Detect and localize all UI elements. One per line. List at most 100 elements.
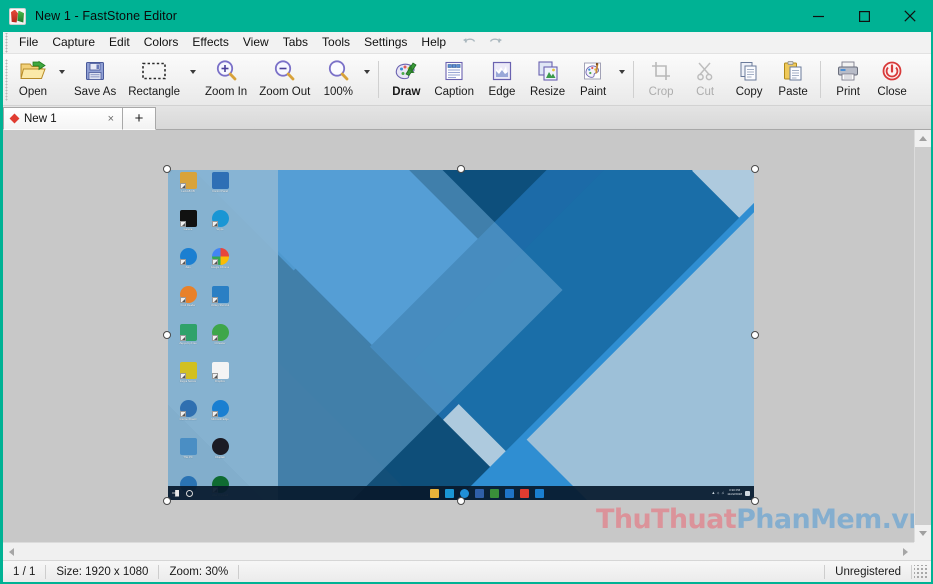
desktop-icon[interactable]: Zapya Secure xyxy=(172,362,204,398)
desktop-icon[interactable]: Microsoft Edge xyxy=(204,400,236,436)
app-icon xyxy=(179,172,197,189)
selection-handle-e[interactable] xyxy=(751,331,759,339)
desktop-icon[interactable]: Chaplain xyxy=(204,438,236,474)
taskbar-app-icon[interactable] xyxy=(430,488,440,498)
window-resize-grip[interactable] xyxy=(914,564,928,579)
rectangle-dropdown-arrow[interactable] xyxy=(186,54,199,105)
undo-icon[interactable] xyxy=(462,34,477,52)
scroll-down-arrow-icon[interactable] xyxy=(915,525,931,542)
tray-icons[interactable]: ▲ ☼ ♫ xyxy=(711,491,724,495)
taskbar-app-icon[interactable] xyxy=(520,488,530,498)
toolbar-zoom-in-button[interactable]: Zoom In xyxy=(199,54,253,105)
toolbar-separator-1 xyxy=(378,61,380,98)
taskbar-app-icon[interactable] xyxy=(505,488,515,498)
paint-dropdown-arrow[interactable] xyxy=(615,54,628,105)
desktop-icon[interactable]: Skype xyxy=(204,210,236,246)
selection-handle-s[interactable] xyxy=(457,497,465,505)
scroll-up-arrow-icon[interactable] xyxy=(915,130,931,147)
toolbar-caption-button[interactable]: Caption xyxy=(428,54,480,105)
selection-handle-se[interactable] xyxy=(751,497,759,505)
menu-file[interactable]: File xyxy=(12,33,45,53)
desktop-icon[interactable]: LuckGB KB xyxy=(172,172,204,208)
desktop-icon[interactable]: Zapya Up Free xyxy=(172,324,204,360)
tab-close-icon[interactable]: × xyxy=(104,113,118,125)
selection-handle-w[interactable] xyxy=(163,331,171,339)
toolbar-copy-button[interactable]: Copy xyxy=(727,54,771,105)
desktop-icon[interactable]: Control Panel xyxy=(204,172,236,208)
toolbar-resize-button[interactable]: Resize xyxy=(524,54,571,105)
selection-handle-nw[interactable] xyxy=(163,165,171,173)
toolbar-save-as-button[interactable]: Save As xyxy=(68,54,122,105)
menu-tabs[interactable]: Tabs xyxy=(276,33,315,53)
app-icon xyxy=(211,324,229,341)
desktop-icon[interactable]: Garena xyxy=(172,210,204,246)
scroll-left-arrow-icon[interactable] xyxy=(3,543,20,560)
toolbar-paint-button[interactable]: Paint xyxy=(571,54,615,105)
menu-tools[interactable]: Tools xyxy=(315,33,357,53)
toolbar-crop-button[interactable]: Crop xyxy=(639,54,683,105)
image-canvas[interactable]: LuckGB KB Control Panel Garena Skype Zal… xyxy=(3,130,914,542)
desktop-icon[interactable]: Unikey Shortcut xyxy=(204,286,236,322)
menu-edit[interactable]: Edit xyxy=(102,33,137,53)
toolbar-edge-button[interactable]: Edge xyxy=(480,54,524,105)
vertical-scrollbar[interactable] xyxy=(914,130,931,542)
menu-help[interactable]: Help xyxy=(414,33,453,53)
menu-effects[interactable]: Effects xyxy=(185,33,235,53)
tab-new-1[interactable]: New 1 × xyxy=(3,107,123,130)
cortana-search-icon[interactable] xyxy=(186,489,193,497)
desktop-icon[interactable]: Google Chrome xyxy=(204,248,236,284)
menu-capture[interactable]: Capture xyxy=(45,33,102,53)
menu-colors[interactable]: Colors xyxy=(137,33,186,53)
scissors-icon xyxy=(694,58,716,83)
maximize-button[interactable] xyxy=(841,0,887,32)
desktop-icon[interactable]: This PC xyxy=(172,438,204,474)
taskbar-app-icon[interactable] xyxy=(535,488,545,498)
minimize-button[interactable] xyxy=(795,0,841,32)
image-selection-wrapper: LuckGB KB Control Panel Garena Skype Zal… xyxy=(163,165,759,505)
editor-body: LuckGB KB Control Panel Garena Skype Zal… xyxy=(3,130,931,542)
toolbar-draw-label: Draw xyxy=(392,86,421,98)
selection-handle-n[interactable] xyxy=(457,165,465,173)
redo-icon[interactable] xyxy=(488,34,503,52)
window-title: New 1 - FastStone Editor xyxy=(35,9,178,23)
menu-settings[interactable]: Settings xyxy=(357,33,414,53)
menu-view[interactable]: View xyxy=(236,33,276,53)
taskbar-app-icon[interactable] xyxy=(475,488,485,498)
start-button-icon[interactable] xyxy=(172,489,179,497)
horizontal-scrollbar[interactable] xyxy=(3,542,914,560)
desktop-icon[interactable]: Zalo xyxy=(172,248,204,284)
toolbar-separator-2 xyxy=(633,61,635,98)
toolbar-rectangle-button[interactable]: Rectangle xyxy=(122,54,186,105)
toolbar-paste-button[interactable]: Paste xyxy=(771,54,815,105)
app-icon xyxy=(179,438,197,455)
toolbar-draw-button[interactable]: A Draw xyxy=(384,54,428,105)
zoom-dropdown-arrow[interactable] xyxy=(360,54,373,105)
toolbar-print-button[interactable]: Print xyxy=(826,54,870,105)
desktop-icon[interactable]: CCleaner xyxy=(204,324,236,360)
toolbar-cut-button[interactable]: Cut xyxy=(683,54,727,105)
toolbar-open-button[interactable]: Open xyxy=(11,54,55,105)
status-registration: Unregistered xyxy=(835,565,901,578)
open-dropdown-arrow[interactable] xyxy=(55,54,68,105)
tray-clock[interactable]: 3:30 PM 11/22/2018 xyxy=(727,489,742,496)
new-tab-button[interactable]: + xyxy=(123,107,156,130)
toolbar-drag-grip[interactable] xyxy=(3,58,11,101)
desktop-icon[interactable]: Internet Downl xyxy=(172,400,204,436)
close-button[interactable] xyxy=(887,0,933,32)
menu-drag-grip[interactable] xyxy=(3,32,10,53)
vertical-scroll-thumb[interactable] xyxy=(915,147,931,525)
vertical-scroll-track[interactable] xyxy=(915,147,931,525)
horizontal-scroll-track[interactable] xyxy=(20,543,897,560)
toolbar-close-button[interactable]: Close xyxy=(870,54,914,105)
action-center-icon[interactable] xyxy=(745,490,750,496)
desktop-icon[interactable]: Foxit Reader xyxy=(172,286,204,322)
screenshot-image[interactable]: LuckGB KB Control Panel Garena Skype Zal… xyxy=(168,170,754,500)
selection-handle-sw[interactable] xyxy=(163,497,171,505)
desktop-icon[interactable]: Dropbox xyxy=(204,362,236,398)
selection-handle-ne[interactable] xyxy=(751,165,759,173)
toolbar-zoom-100-button[interactable]: 100% xyxy=(316,54,360,105)
taskbar-app-icon[interactable] xyxy=(490,488,500,498)
toolbar-zoom-out-button[interactable]: Zoom Out xyxy=(253,54,316,105)
taskbar-app-icon[interactable] xyxy=(445,488,455,498)
scroll-right-arrow-icon[interactable] xyxy=(897,543,914,560)
